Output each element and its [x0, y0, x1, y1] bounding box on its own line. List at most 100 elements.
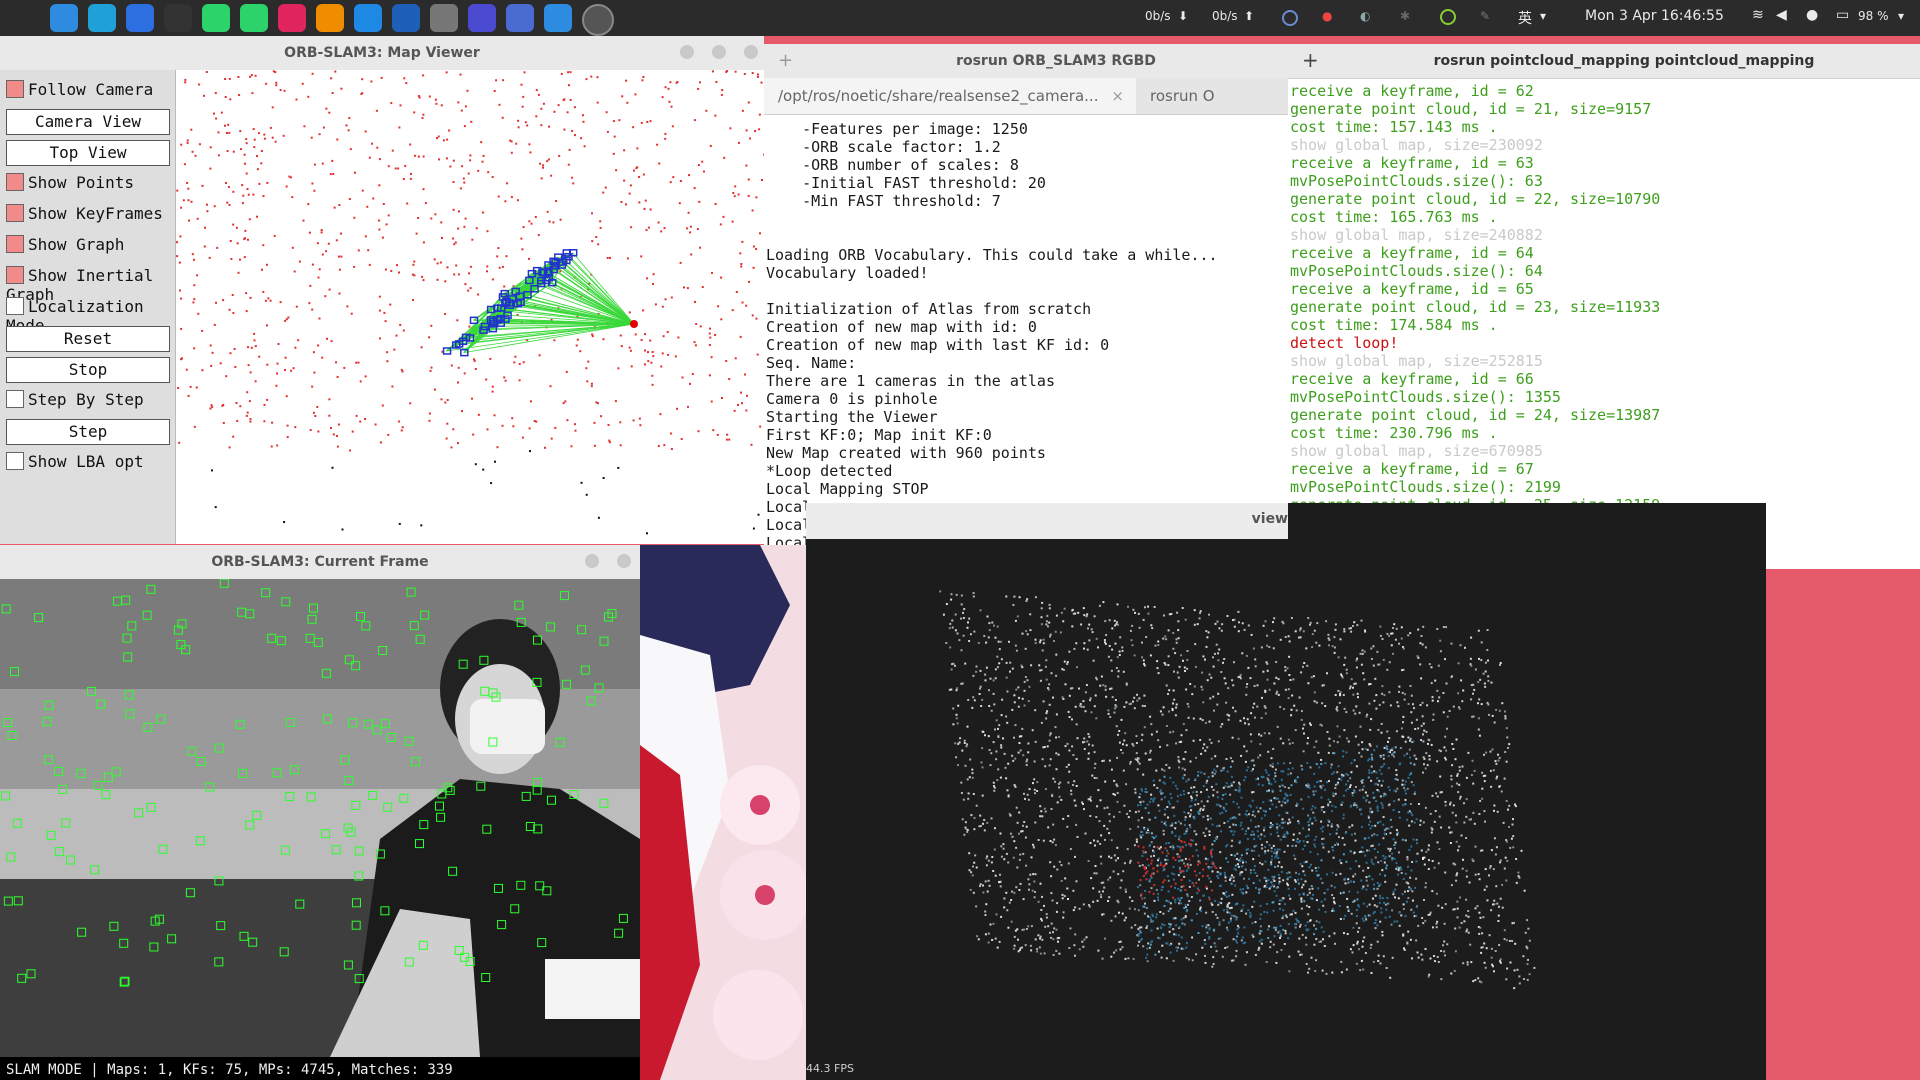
reset-button[interactable]: Reset: [6, 326, 170, 352]
pointcloud-viewer-window[interactable]: view: [806, 503, 1766, 1080]
log-line: receive a keyframe, id = 64: [1290, 244, 1534, 262]
pointcloud-viewer-titlebar[interactable]: view: [806, 503, 1288, 539]
minimize-button[interactable]: [585, 554, 599, 568]
network-tray-icon[interactable]: ◐: [1360, 9, 1370, 23]
desktop-wallpaper: [640, 545, 806, 1080]
checkbox-box[interactable]: [6, 297, 24, 315]
obsidian-icon[interactable]: [506, 4, 534, 32]
checkbox-box[interactable]: [6, 235, 24, 253]
current-frame-titlebar[interactable]: ORB-SLAM3: Current Frame: [0, 545, 640, 580]
window-title: rosrun pointcloud_mapping pointcloud_map…: [1433, 53, 1815, 69]
wallpaper-art: [640, 545, 806, 1080]
log-line: receive a keyframe, id = 63: [1290, 154, 1534, 172]
map-viewer-titlebar[interactable]: ORB-SLAM3: Map Viewer: [0, 36, 764, 71]
volume-icon[interactable]: ◀: [1776, 7, 1787, 23]
checkbox-box[interactable]: [6, 266, 24, 284]
log-line: generate point cloud, id = 22, size=1079…: [1290, 190, 1661, 208]
close-icon[interactable]: ×: [1111, 78, 1124, 114]
stop-button[interactable]: Stop: [6, 357, 170, 383]
input-method-label[interactable]: 英: [1518, 8, 1532, 28]
checkbox-label: Follow Camera: [28, 80, 154, 99]
show-keyframes-checkbox[interactable]: Show KeyFrames: [6, 204, 163, 223]
terminal-output: receive a keyframe, id = 62 generate poin…: [1290, 82, 1920, 562]
checkbox-label: Show Points: [28, 173, 134, 192]
pycharm-icon[interactable]: [240, 4, 268, 32]
battery-icon[interactable]: ▭: [1836, 7, 1849, 23]
close-button[interactable]: [744, 45, 758, 59]
sublime-icon[interactable]: [316, 4, 344, 32]
terminal-titlebar[interactable]: rosrun ORB_SLAM3 RGBD: [764, 44, 1288, 79]
checkbox-label: Show KeyFrames: [28, 204, 163, 223]
pen-icon[interactable]: ✎: [1480, 9, 1490, 23]
new-tab-icon[interactable]: +: [778, 50, 793, 71]
close-button[interactable]: [617, 554, 631, 568]
mic-icon[interactable]: ●: [1806, 7, 1818, 23]
mx-icon[interactable]: [392, 4, 420, 32]
log-line: cost time: 174.584 ms .: [1290, 316, 1498, 334]
log-line: cost time: 230.796 ms .: [1290, 424, 1498, 442]
window-title: rosrun ORB_SLAM3 RGBD: [956, 53, 1156, 69]
checkbox-box[interactable]: [6, 204, 24, 222]
bluetooth-icon[interactable]: ✱: [1400, 9, 1410, 23]
checkbox-box[interactable]: [6, 452, 24, 470]
checkbox-label: Step By Step: [28, 390, 144, 409]
log-line: detect loop!: [1290, 334, 1399, 352]
terminal-active-icon[interactable]: [582, 4, 614, 36]
vm-icon[interactable]: [468, 4, 496, 32]
checkbox-box[interactable]: [6, 80, 24, 98]
log-line: receive a keyframe, id = 67: [1290, 460, 1534, 478]
qq-icon[interactable]: [164, 4, 192, 32]
terminal-pointcloud-mapping[interactable]: rosrun pointcloud_mapping pointcloud_map…: [1288, 44, 1920, 569]
step-by-step-checkbox[interactable]: Step By Step: [6, 390, 144, 409]
checkbox-box[interactable]: [6, 173, 24, 191]
clock[interactable]: Mon 3 Apr 16:46:55: [1585, 8, 1724, 24]
terminal-orb-slam[interactable]: rosrun ORB_SLAM3 RGBD + /opt/ros/noetic/…: [764, 44, 1288, 568]
log-line: receive a keyframe, id = 65: [1290, 280, 1534, 298]
map-3d-view[interactable]: [176, 70, 764, 544]
status-indicator-icon[interactable]: [1440, 9, 1456, 25]
top-panel: 0b/s ⬇ 0b/s ⬆ ● ◐ ✱ ✎ 英 ▾ Mon 3 Apr 16:4…: [0, 0, 1920, 36]
camera-view-button[interactable]: Camera View: [6, 109, 170, 135]
chevron-down-icon[interactable]: ▾: [1540, 9, 1546, 23]
tab-label: rosrun O: [1150, 87, 1215, 105]
wifi-icon[interactable]: ≋: [1752, 7, 1764, 23]
log-line: cost time: 157.143 ms .: [1290, 118, 1498, 136]
edge-icon[interactable]: [88, 4, 116, 32]
window-title: view: [1251, 511, 1288, 527]
pointcloud-3d-view[interactable]: [806, 539, 1766, 1080]
current-frame-window: ORB-SLAM3: Current Frame: [0, 545, 640, 1080]
net-up-label: 0b/s: [1212, 9, 1238, 23]
new-tab-icon[interactable]: +: [1302, 48, 1319, 72]
finder-icon[interactable]: [50, 4, 78, 32]
show-graph-checkbox[interactable]: Show Graph: [6, 235, 124, 254]
settings-icon[interactable]: [544, 4, 572, 32]
window-title: ORB-SLAM3: Current Frame: [211, 554, 429, 570]
map-viewer-window: ORB-SLAM3: Map Viewer Follow Camera Camer…: [0, 36, 764, 544]
tab-realsense[interactable]: /opt/ros/noetic/share/realsense2_camera.…: [764, 78, 1136, 114]
checkbox-box[interactable]: [6, 390, 24, 408]
typora-icon[interactable]: [430, 4, 458, 32]
top-view-button[interactable]: Top View: [6, 140, 170, 166]
follow-camera-checkbox[interactable]: Follow Camera: [6, 80, 153, 99]
sync-icon[interactable]: [1282, 10, 1298, 26]
terminal-titlebar[interactable]: rosrun pointcloud_mapping pointcloud_map…: [1288, 44, 1920, 79]
log-line: cost time: 165.763 ms .: [1290, 208, 1498, 226]
qq-tray-icon[interactable]: ●: [1322, 9, 1332, 23]
clion-icon[interactable]: [202, 4, 230, 32]
show-lba-opt-checkbox[interactable]: Show LBA opt: [6, 452, 144, 471]
log-line: mvPosePointClouds.size(): 1355: [1290, 388, 1561, 406]
log-line: generate point cloud, id = 24, size=1398…: [1290, 406, 1661, 424]
terminal-icon[interactable]: [354, 4, 382, 32]
log-line: mvPosePointClouds.size(): 63: [1290, 172, 1543, 190]
step-button[interactable]: Step: [6, 419, 170, 445]
intellij-icon[interactable]: [278, 4, 306, 32]
log-line: mvPosePointClouds.size(): 2199: [1290, 478, 1561, 496]
chevron-down-icon[interactable]: ▾: [1898, 9, 1904, 23]
maximize-button[interactable]: [712, 45, 726, 59]
checkbox-label: Show LBA opt: [28, 452, 144, 471]
tab-rosrun[interactable]: rosrun O: [1136, 78, 1288, 114]
minimize-button[interactable]: [680, 45, 694, 59]
show-points-checkbox[interactable]: Show Points: [6, 173, 134, 192]
apps-grid-icon[interactable]: [12, 4, 40, 32]
browser-icon[interactable]: [126, 4, 154, 32]
